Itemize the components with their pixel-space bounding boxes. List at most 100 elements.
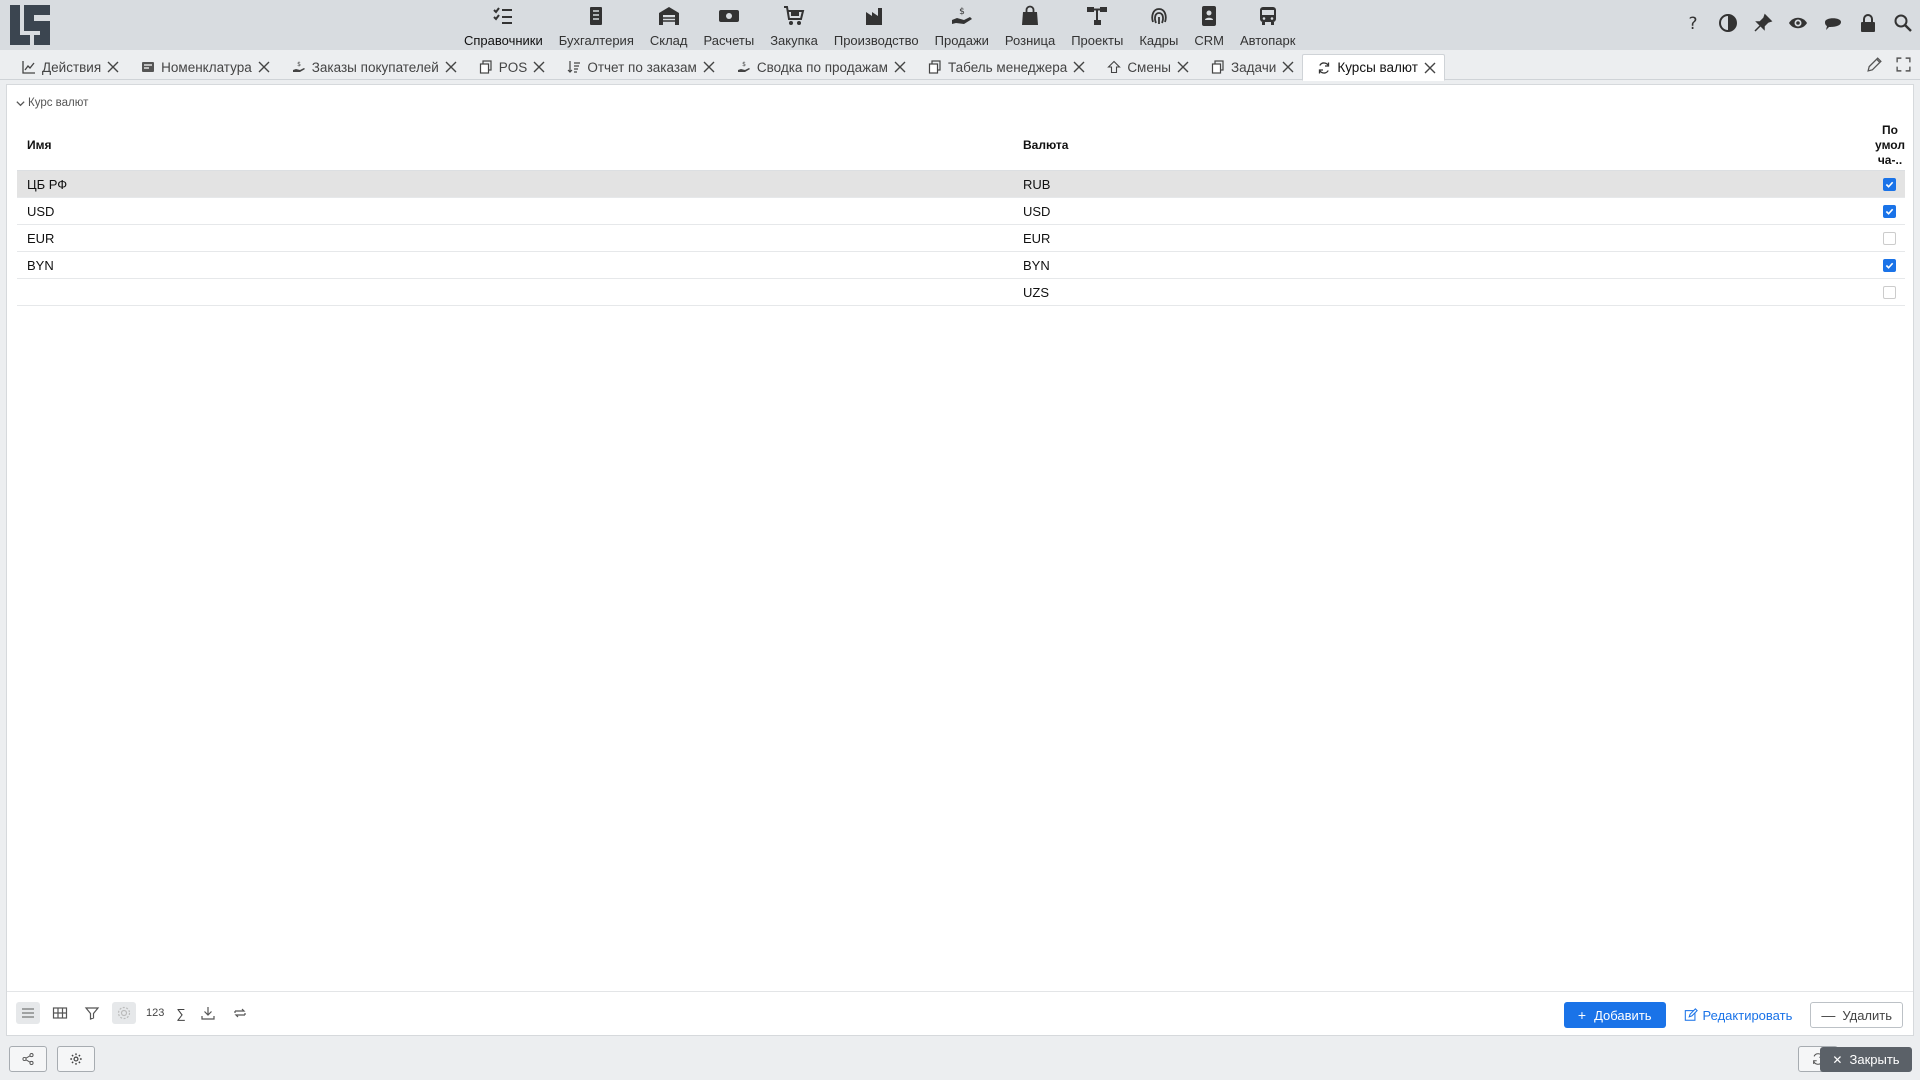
grid-view-icon[interactable]	[48, 1002, 72, 1024]
tab-1[interactable]: Номенклатура	[127, 54, 278, 80]
module-7[interactable]: Розница	[997, 0, 1063, 50]
factory-icon	[866, 8, 883, 25]
filter-icon[interactable]	[80, 1002, 104, 1024]
tab-2[interactable]: $ Заказы покупателей	[278, 54, 465, 80]
top-actions: ?	[1682, 12, 1914, 34]
repeat-icon[interactable]	[228, 1002, 252, 1024]
tab-label: Номенклатура	[161, 59, 252, 75]
close-icon: ✕	[1832, 1052, 1843, 1067]
list-view-icon[interactable]	[16, 1002, 40, 1024]
cell-name: EUR	[27, 231, 55, 246]
help-icon[interactable]: ?	[1682, 12, 1704, 34]
count-toggle[interactable]: 123	[144, 1007, 166, 1019]
edit-button[interactable]: Редактировать	[1680, 1002, 1797, 1028]
default-checkbox[interactable]	[1883, 178, 1896, 191]
svg-text:$: $	[742, 61, 746, 68]
default-checkbox[interactable]	[1883, 259, 1896, 272]
module-5[interactable]: Производство	[826, 0, 927, 50]
share-button[interactable]	[9, 1046, 47, 1072]
close-tab-icon[interactable]	[256, 59, 272, 75]
top-navigation: Справочники Бухгалтерия Склад Расчеты За…	[0, 0, 1920, 50]
table-row[interactable]: UZS	[17, 279, 1905, 306]
module-6[interactable]: $ Продажи	[927, 0, 997, 50]
module-2[interactable]: Склад	[642, 0, 696, 50]
close-tab-icon[interactable]	[1071, 59, 1087, 75]
tab-tools	[1866, 56, 1912, 76]
default-checkbox[interactable]	[1883, 232, 1896, 245]
default-checkbox[interactable]	[1883, 286, 1896, 299]
chat-icon[interactable]	[1822, 12, 1844, 34]
minus-icon: —	[1821, 1007, 1836, 1023]
close-tab-icon[interactable]	[531, 59, 547, 75]
delete-button[interactable]: — Удалить	[1810, 1002, 1903, 1028]
section-title: Курс валют	[28, 97, 89, 109]
currency-table: Имя Валюта По умол ча-.. ЦБ РФ RUB USD USD…	[17, 117, 1905, 306]
share-icon	[22, 1053, 34, 1065]
module-label: Бухгалтерия	[558, 33, 634, 48]
module-11[interactable]: Автопарк	[1232, 0, 1304, 50]
tab-7[interactable]: Смены	[1093, 54, 1197, 80]
table-row[interactable]: USD USD	[17, 198, 1905, 225]
tab-3[interactable]: POS	[465, 54, 554, 80]
fullscreen-icon[interactable]	[1895, 56, 1912, 76]
contact-card-icon	[1202, 6, 1217, 26]
close-tab-icon[interactable]	[105, 59, 121, 75]
module-1[interactable]: Бухгалтерия	[551, 0, 642, 50]
close-tab-icon[interactable]	[1175, 59, 1191, 75]
tab-0[interactable]: Действия	[8, 54, 127, 80]
module-label: Проекты	[1071, 33, 1124, 48]
tab-5[interactable]: $ Сводка по продажам	[723, 54, 914, 80]
tab-4[interactable]: Отчет по заказам	[553, 54, 723, 80]
column-header-currency[interactable]: Валюта	[1023, 138, 1068, 152]
table-row[interactable]: EUR EUR	[17, 225, 1905, 252]
copy-icon	[928, 60, 942, 74]
lock-icon[interactable]	[1857, 12, 1879, 34]
close-tab-icon[interactable]	[1422, 60, 1438, 76]
close-tab-icon[interactable]	[701, 59, 717, 75]
module-4[interactable]: Закупка	[762, 0, 826, 50]
add-button-label: Добавить	[1594, 1007, 1652, 1023]
column-header-default[interactable]: По умол ча-..	[1875, 123, 1905, 168]
open-tabs: Действия Номенклатура $ Заказы покупател…	[8, 54, 1445, 81]
close-button[interactable]: ✕ Закрыть	[1820, 1047, 1912, 1072]
close-tab-icon[interactable]	[443, 59, 459, 75]
close-button-label: Закрыть	[1849, 1052, 1900, 1067]
settings-button[interactable]	[57, 1046, 95, 1072]
module-label: Кадры	[1139, 33, 1179, 48]
shift-icon	[1107, 60, 1122, 74]
eye-icon[interactable]	[1787, 12, 1809, 34]
pin-icon[interactable]	[1752, 12, 1774, 34]
module-label: CRM	[1194, 33, 1224, 48]
module-8[interactable]: Проекты	[1063, 0, 1131, 50]
bus-icon	[1259, 7, 1276, 25]
add-button[interactable]: + Добавить	[1563, 1002, 1666, 1028]
module-3[interactable]: Расчеты	[695, 0, 762, 50]
table-row[interactable]: ЦБ РФ RUB	[17, 171, 1905, 198]
module-label: Расчеты	[703, 33, 755, 48]
tab-bar: Действия Номенклатура $ Заказы покупател…	[0, 50, 1920, 81]
money-icon	[718, 10, 739, 22]
table-row[interactable]: BYN BYN	[17, 252, 1905, 279]
settings-icon[interactable]	[112, 1002, 136, 1024]
module-label: Продажи	[934, 33, 989, 48]
module-10[interactable]: CRM	[1186, 0, 1232, 50]
default-checkbox[interactable]	[1883, 205, 1896, 218]
pencil-icon[interactable]	[1866, 56, 1883, 76]
cell-currency: EUR	[1023, 231, 1051, 246]
tab-9[interactable]: Курсы валют	[1302, 54, 1445, 81]
chevron-down-icon	[16, 100, 25, 106]
search-icon[interactable]	[1892, 12, 1914, 34]
close-tab-icon[interactable]	[1280, 59, 1296, 75]
contrast-icon[interactable]	[1717, 12, 1739, 34]
close-tab-icon[interactable]	[892, 59, 908, 75]
column-header-name[interactable]: Имя	[27, 138, 52, 152]
tab-6[interactable]: Табель менеджера	[914, 54, 1093, 80]
tab-8[interactable]: Задачи	[1197, 54, 1302, 80]
cell-currency: BYN	[1023, 258, 1050, 273]
sum-toggle[interactable]: ∑	[174, 1006, 187, 1021]
section-toggle[interactable]: Курс валют	[15, 97, 88, 109]
app-logo[interactable]	[8, 3, 52, 47]
module-0[interactable]: Справочники	[456, 0, 551, 50]
module-9[interactable]: Кадры	[1131, 0, 1186, 50]
download-icon[interactable]	[196, 1002, 220, 1024]
